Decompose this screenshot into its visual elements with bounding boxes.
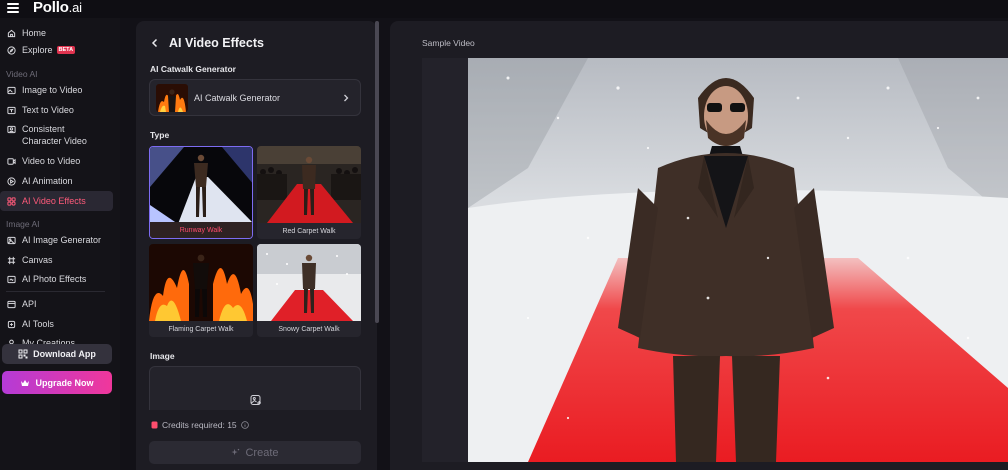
back-icon[interactable] bbox=[150, 37, 160, 49]
beta-badge: BETA bbox=[56, 46, 76, 54]
runway-walk-thumbnail bbox=[150, 147, 252, 224]
character-icon bbox=[7, 125, 16, 134]
sidebar-item-label: Home bbox=[22, 28, 47, 38]
video-icon bbox=[7, 157, 16, 166]
image-section-label: Image bbox=[150, 351, 175, 361]
sidebar-item-label: AI Tools bbox=[22, 319, 54, 329]
effects-icon bbox=[7, 196, 16, 206]
type-card-flaming-carpet-walk[interactable]: Flaming Carpet Walk bbox=[149, 244, 253, 337]
photo-effects-icon bbox=[7, 275, 16, 284]
generator-thumbnail bbox=[156, 83, 188, 112]
canvas-icon bbox=[7, 256, 16, 265]
download-app-label: Download App bbox=[33, 349, 96, 359]
generator-selected-label: AI Catwalk Generator bbox=[194, 92, 281, 103]
sidebar-item-canvas[interactable]: Canvas bbox=[0, 250, 113, 270]
image-video-icon bbox=[7, 86, 16, 95]
generator-section-label: AI Catwalk Generator bbox=[150, 64, 236, 74]
upgrade-now-button[interactable]: Upgrade Now bbox=[2, 371, 112, 394]
sidebar-item-ai-tools[interactable]: AI Tools bbox=[0, 314, 113, 334]
sample-video-label: Sample Video bbox=[422, 38, 475, 48]
sidebar-item-ai-animation[interactable]: AI Animation bbox=[0, 171, 113, 191]
page-title: AI Video Effects bbox=[169, 36, 264, 50]
tools-icon bbox=[7, 320, 16, 329]
image-upload-icon bbox=[250, 395, 261, 405]
sidebar-item-api[interactable]: API bbox=[0, 294, 113, 314]
generator-select[interactable]: AI Catwalk Generator bbox=[149, 79, 361, 116]
image-generator-icon bbox=[7, 236, 16, 245]
compass-icon bbox=[7, 45, 16, 55]
sidebar-divider bbox=[6, 291, 105, 292]
sidebar-item-label: AI Image Generator bbox=[22, 235, 102, 245]
sidebar-item-label: Image to Video bbox=[22, 85, 83, 95]
upgrade-now-label: Upgrade Now bbox=[35, 377, 94, 388]
api-icon bbox=[7, 300, 16, 309]
qr-icon bbox=[18, 349, 28, 359]
chevron-right-icon bbox=[344, 94, 349, 101]
sidebar-item-consistent-character[interactable]: Consistent Character Video bbox=[0, 120, 113, 148]
sidebar-item-label: AI Animation bbox=[22, 176, 73, 186]
home-icon bbox=[7, 29, 16, 38]
sidebar-item-label: Consistent Character Video bbox=[22, 124, 87, 146]
type-card-label: Runway Walk bbox=[150, 222, 252, 238]
sidebar-item-label: AI Video Effects bbox=[22, 196, 86, 206]
sidebar-item-label: Explore bbox=[22, 45, 53, 55]
info-icon[interactable] bbox=[240, 421, 249, 429]
download-app-button[interactable]: Download App bbox=[2, 344, 112, 364]
type-card-snowy-carpet-walk[interactable]: Snowy Carpet Walk bbox=[257, 244, 361, 337]
section-label-video: Video AI bbox=[6, 69, 38, 79]
panel-scrollbar[interactable] bbox=[375, 21, 379, 323]
red-carpet-walk-thumbnail bbox=[257, 146, 361, 223]
sidebar-item-ai-photo-effects[interactable]: AI Photo Effects bbox=[0, 269, 113, 289]
sidebar-item-explore[interactable]: Explore BETA bbox=[0, 40, 113, 60]
sidebar-item-label: Text to Video bbox=[22, 105, 74, 115]
crown-icon bbox=[21, 379, 30, 386]
credits-icon bbox=[151, 421, 158, 429]
type-card-runway-walk[interactable]: Runway Walk bbox=[149, 146, 253, 239]
image-upload-area[interactable] bbox=[149, 366, 361, 410]
sidebar-item-label: API bbox=[22, 299, 37, 309]
create-button-label: Create bbox=[245, 446, 279, 459]
credits-text: Credits required: 15 bbox=[162, 420, 237, 430]
top-bar: Pollo.ai bbox=[0, 0, 1008, 18]
type-card-label: Red Carpet Walk bbox=[282, 227, 336, 235]
credits-required: Credits required: 15 bbox=[151, 420, 249, 430]
type-section-label: Type bbox=[150, 130, 170, 140]
sidebar-item-ai-video-effects[interactable]: AI Video Effects bbox=[0, 191, 113, 211]
text-video-icon bbox=[7, 106, 16, 115]
sidebar-item-label: AI Photo Effects bbox=[22, 274, 87, 284]
sidebar-item-video-to-video[interactable]: Video to Video bbox=[0, 151, 113, 171]
sidebar-item-image-to-video[interactable]: Image to Video bbox=[0, 80, 113, 100]
type-card-label: Flaming Carpet Walk bbox=[168, 325, 234, 333]
type-card-red-carpet-walk[interactable]: Red Carpet Walk bbox=[257, 146, 361, 239]
sidebar-item-ai-image-generator[interactable]: AI Image Generator bbox=[0, 230, 113, 250]
sidebar-item-label: Video to Video bbox=[22, 156, 81, 166]
sidebar-item-text-to-video[interactable]: Text to Video bbox=[0, 100, 113, 120]
sidebar-item-label: Canvas bbox=[22, 255, 53, 265]
flaming-carpet-walk-thumbnail bbox=[149, 244, 253, 321]
section-label-image: Image AI bbox=[6, 219, 40, 229]
sparkle-icon bbox=[231, 448, 240, 456]
type-card-label: Snowy Carpet Walk bbox=[278, 325, 340, 333]
snowy-carpet-walk-thumbnail bbox=[257, 244, 361, 321]
animation-icon bbox=[7, 176, 16, 186]
create-button[interactable]: Create bbox=[149, 441, 361, 464]
logo[interactable]: Pollo.ai bbox=[33, 0, 82, 16]
menu-icon[interactable] bbox=[7, 3, 19, 13]
panel-header: AI Video Effects bbox=[150, 36, 264, 50]
sample-video[interactable] bbox=[468, 58, 1008, 462]
